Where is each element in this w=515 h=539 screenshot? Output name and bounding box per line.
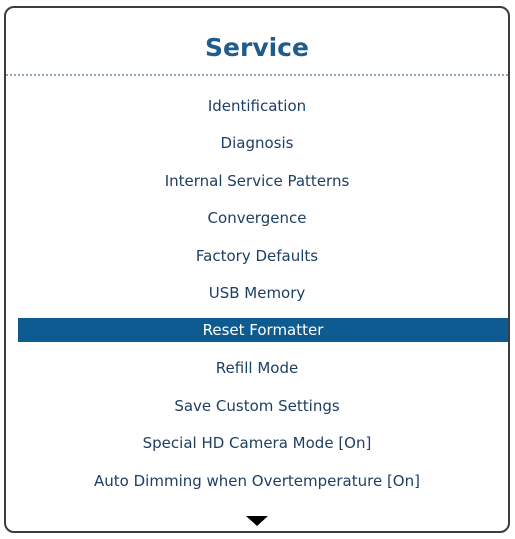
menu-item-refill-mode[interactable]: Refill Mode bbox=[6, 350, 508, 388]
menu-item-auto-dimming-overtemperature[interactable]: Auto Dimming when Overtemperature [On] bbox=[6, 462, 508, 500]
menu-item-save-custom-settings[interactable]: Save Custom Settings bbox=[6, 387, 508, 425]
menu-item-convergence[interactable]: Convergence bbox=[6, 200, 508, 238]
menu-item-identification[interactable]: Identification bbox=[6, 87, 508, 125]
title-divider bbox=[6, 74, 508, 76]
menu-item-diagnosis[interactable]: Diagnosis bbox=[6, 125, 508, 163]
menu-list: Identification Diagnosis Internal Servic… bbox=[6, 87, 508, 500]
scroll-down-arrow-icon[interactable] bbox=[246, 516, 268, 526]
service-menu-panel: Service Identification Diagnosis Interna… bbox=[4, 6, 510, 533]
menu-item-internal-service-patterns[interactable]: Internal Service Patterns bbox=[6, 162, 508, 200]
menu-title: Service bbox=[205, 33, 309, 62]
menu-item-reset-formatter[interactable]: Reset Formatter bbox=[18, 318, 508, 342]
menu-item-usb-memory[interactable]: USB Memory bbox=[6, 275, 508, 313]
menu-item-special-hd-camera-mode[interactable]: Special HD Camera Mode [On] bbox=[6, 425, 508, 463]
menu-item-factory-defaults[interactable]: Factory Defaults bbox=[6, 237, 508, 275]
